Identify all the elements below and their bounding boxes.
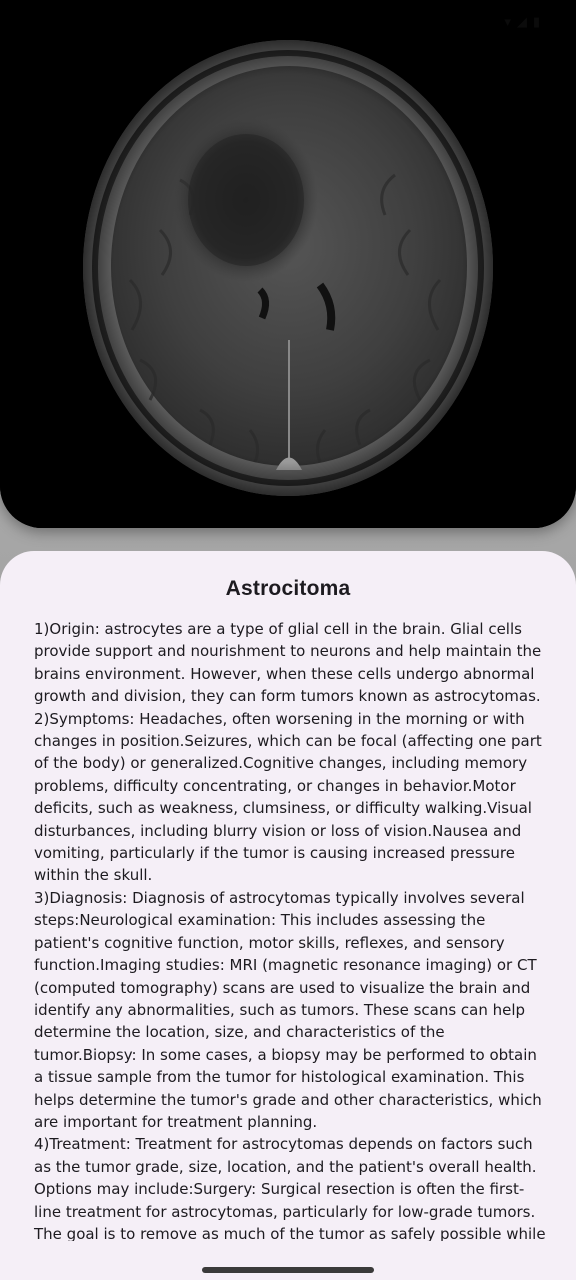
paragraph-diagnosis: 3)Diagnosis: Diagnosis of astrocytomas t… — [34, 888, 542, 1131]
status-bar: ▾ ◢ ▮ — [0, 0, 576, 44]
paragraph-treatment: 4)Treatment: Treatment for astrocytomas … — [34, 1135, 546, 1241]
signal-icon: ◢ — [516, 14, 527, 30]
brain-mri-image — [0, 0, 576, 528]
gesture-nav-area — [0, 1241, 576, 1280]
tumor-description[interactable]: 1)Origin: astrocytes are a type of glial… — [34, 618, 546, 1241]
battery-icon: ▮ — [532, 14, 540, 30]
tumor-title: Astrocitoma — [225, 577, 351, 600]
wifi-icon: ▾ — [504, 14, 511, 30]
status-icons: ▾ ◢ ▮ — [504, 15, 540, 30]
mri-image-card — [0, 0, 576, 528]
tumor-info-sheet[interactable]: Astrocitoma 1)Origin: astrocytes are a t… — [0, 551, 576, 1241]
home-indicator[interactable] — [202, 1267, 374, 1273]
paragraph-origin: 1)Origin: astrocytes are a type of glial… — [34, 620, 542, 706]
paragraph-symptoms: 2)Symptoms: Headaches, often worsening i… — [34, 709, 542, 885]
